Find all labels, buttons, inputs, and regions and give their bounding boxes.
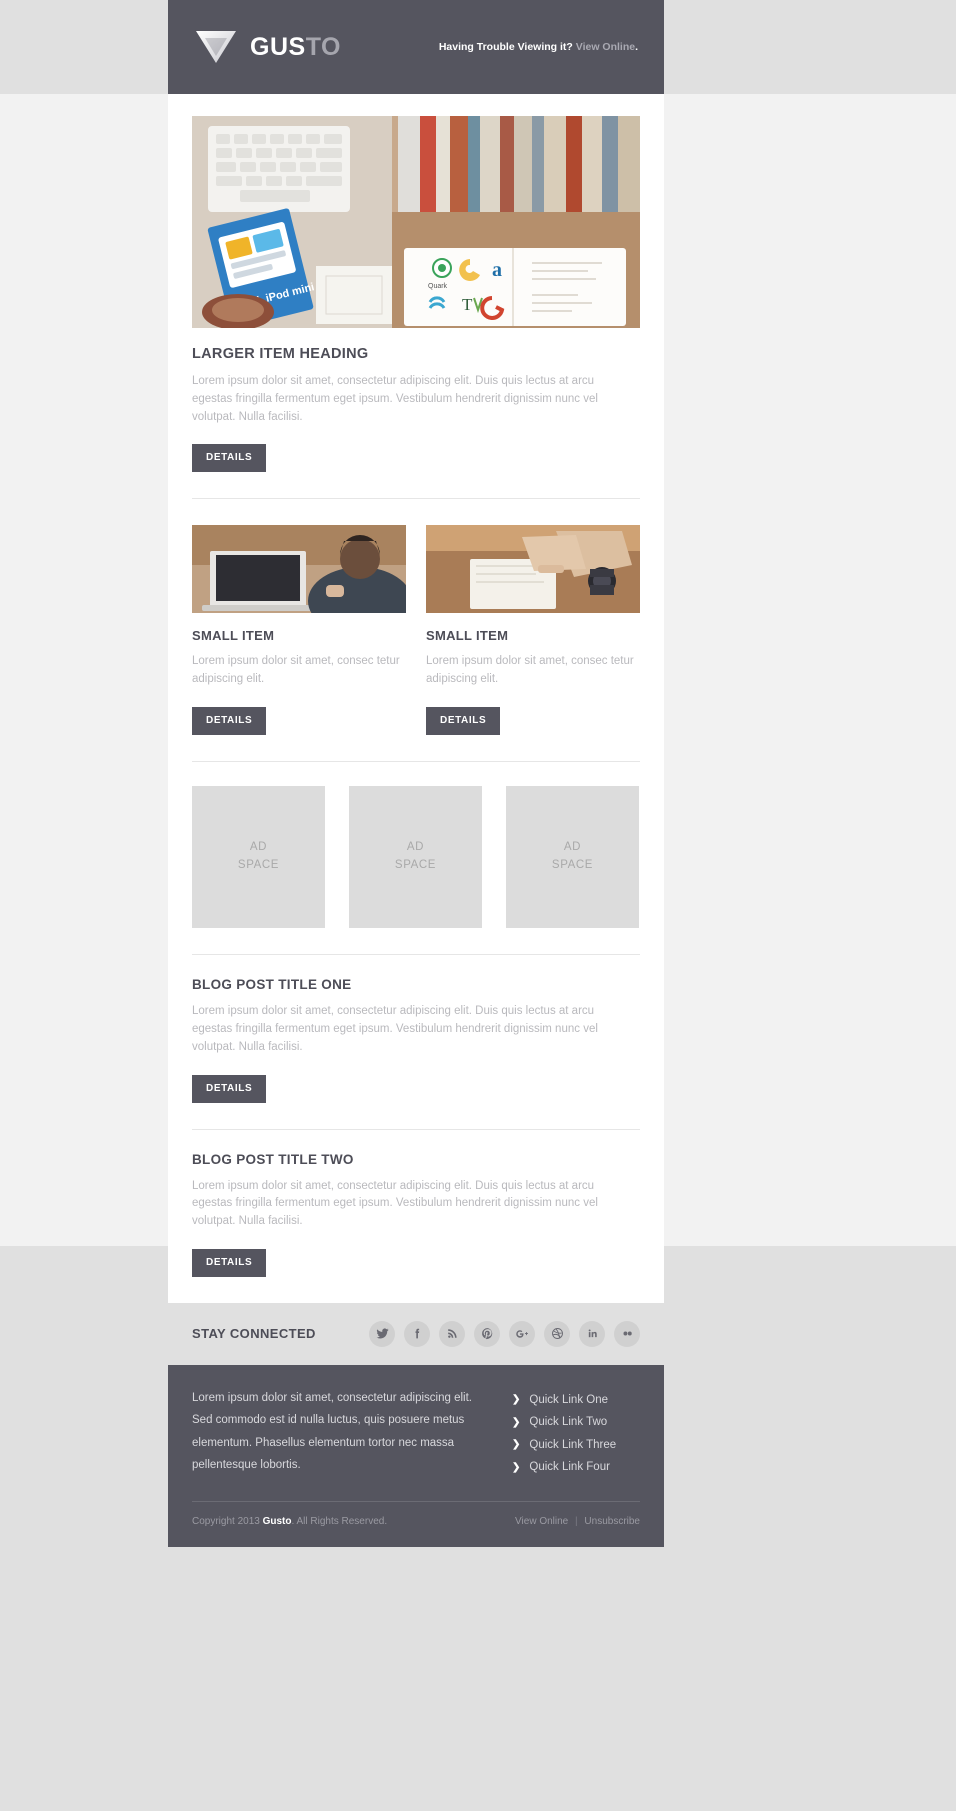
small-items-row: SMALL ITEM Lorem ipsum dolor sit amet, c…: [192, 525, 640, 736]
blog-post-2-body: Lorem ipsum dolor sit amet, consectetur …: [192, 1179, 598, 1228]
footer-unsubscribe-link[interactable]: Unsubscribe: [584, 1516, 640, 1527]
email-body: iPod. iPod mini Quark a T LARGER ITEM HE…: [168, 94, 664, 1277]
flickr-icon[interactable]: [614, 1320, 640, 1347]
social-icon-list: [369, 1320, 640, 1347]
small-item-1-heading: SMALL ITEM: [192, 628, 275, 644]
divider-after-feature: [192, 498, 640, 500]
small-item-2-image: [426, 525, 640, 614]
brand-name-primary: GUS: [250, 32, 306, 61]
pinterest-icon[interactable]: [474, 1320, 500, 1347]
quick-link-1-label: Quick Link One: [529, 1393, 609, 1406]
small-item-2-body: Lorem ipsum dolor sit amet, consec tetur…: [426, 655, 634, 686]
footer-about-text: Lorem ipsum dolor sit amet, consectetur …: [192, 1391, 472, 1472]
ad-space-2[interactable]: AD SPACE: [349, 786, 482, 929]
ad-space-row: AD SPACE AD SPACE AD SPACE: [192, 786, 640, 929]
blog-post-2-heading: BLOG POST TITLE TWO: [192, 1151, 354, 1167]
stay-connected-title: STAY CONNECTED: [192, 1326, 316, 1342]
ad-space-3-line1: AD: [563, 841, 582, 854]
footer-view-online-link[interactable]: View Online: [515, 1516, 568, 1527]
blog-post-1-body: Lorem ipsum dolor sit amet, consectetur …: [192, 1005, 598, 1053]
svg-text:Quark: Quark: [428, 283, 448, 290]
view-online-notice: Having Trouble Viewing it? View Online.: [439, 41, 638, 53]
blog-post-1: BLOG POST TITLE ONE Lorem ipsum dolor si…: [192, 977, 640, 1103]
quick-link-1[interactable]: ❯ Quick Link One: [512, 1389, 640, 1411]
chevron-right-icon: ❯: [512, 1461, 521, 1473]
svg-text:T: T: [462, 295, 473, 314]
ad-space-1-line1: AD: [249, 841, 268, 854]
feature-heading: LARGER ITEM HEADING: [192, 346, 369, 362]
blog-post-1-details-button[interactable]: DETAILS: [192, 1074, 267, 1103]
brand-name: GUSTO: [250, 33, 341, 62]
ad-space-1[interactable]: AD SPACE: [192, 786, 325, 929]
copyright-suffix: . All Rights Reserved.: [291, 1515, 388, 1527]
google-plus-icon[interactable]: [509, 1320, 535, 1347]
quick-link-3[interactable]: ❯ Quick Link Three: [512, 1434, 640, 1456]
footer-bottom-row: Copyright 2013 Gusto. All Rights Reserve…: [192, 1502, 640, 1547]
chevron-right-icon: ❯: [512, 1394, 521, 1406]
email-container: GUSTO Having Trouble Viewing it? View On…: [168, 0, 664, 1547]
brand-name-secondary: TO: [305, 32, 341, 61]
small-item-1-image: [192, 525, 406, 614]
footer-top-row: Lorem ipsum dolor sit amet, consectetur …: [192, 1387, 640, 1479]
ad-space-2-line2: SPACE: [394, 859, 437, 872]
chevron-right-icon: ❯: [512, 1416, 521, 1428]
small-item-1: SMALL ITEM Lorem ipsum dolor sit amet, c…: [192, 525, 406, 736]
copyright-text: Copyright 2013 Gusto. All Rights Reserve…: [192, 1516, 387, 1527]
email-footer: Lorem ipsum dolor sit amet, consectetur …: [168, 1364, 664, 1547]
svg-text:a: a: [492, 259, 502, 281]
ad-space-2-line1: AD: [406, 841, 425, 854]
quick-link-2[interactable]: ❯ Quick Link Two: [512, 1411, 640, 1433]
brand-lockup[interactable]: GUSTO: [194, 27, 341, 67]
footer-link-separator: |: [575, 1515, 578, 1527]
blog-post-2: BLOG POST TITLE TWO Lorem ipsum dolor si…: [192, 1152, 640, 1277]
copyright-prefix: Copyright 2013: [192, 1515, 260, 1527]
dribbble-icon[interactable]: [544, 1320, 570, 1347]
view-online-period: .: [635, 41, 638, 53]
footer-links: View Online | Unsubscribe: [515, 1516, 640, 1527]
divider-after-small-items: [192, 761, 640, 763]
copyright-brand: Gusto: [262, 1515, 292, 1527]
quick-link-2-label: Quick Link Two: [529, 1416, 608, 1429]
small-item-2: SMALL ITEM Lorem ipsum dolor sit amet, c…: [426, 525, 640, 736]
blog-post-2-details-button[interactable]: DETAILS: [192, 1248, 267, 1277]
view-online-link[interactable]: View Online: [576, 41, 635, 53]
quick-links-list: ❯ Quick Link One ❯ Quick Link Two ❯ Quic…: [512, 1387, 640, 1479]
feature-details-button[interactable]: DETAILS: [192, 444, 267, 473]
linkedin-icon[interactable]: [579, 1320, 605, 1347]
blog-post-1-heading: BLOG POST TITLE ONE: [192, 977, 352, 993]
divider-after-post-1: [192, 1128, 640, 1130]
hero-image: iPod. iPod mini Quark a T: [192, 116, 640, 328]
small-item-2-heading: SMALL ITEM: [426, 628, 509, 644]
chevron-right-icon: ❯: [512, 1439, 521, 1451]
feature-body: Lorem ipsum dolor sit amet, consectetur …: [192, 375, 598, 423]
quick-link-4-label: Quick Link Four: [529, 1461, 610, 1474]
small-item-2-details-button[interactable]: DETAILS: [426, 707, 501, 736]
trouble-viewing-text: Having Trouble Viewing it?: [438, 41, 573, 53]
triangle-logo-icon: [194, 27, 238, 67]
facebook-icon[interactable]: [404, 1320, 430, 1347]
small-item-1-body: Lorem ipsum dolor sit amet, consec tetur…: [192, 655, 400, 686]
ad-space-3-line2: SPACE: [551, 859, 594, 872]
small-item-1-details-button[interactable]: DETAILS: [192, 707, 267, 736]
divider-after-ads: [192, 954, 640, 956]
stay-connected-bar: STAY CONNECTED: [168, 1302, 664, 1365]
twitter-icon[interactable]: [369, 1320, 395, 1347]
quick-link-4[interactable]: ❯ Quick Link Four: [512, 1456, 640, 1478]
quick-link-3-label: Quick Link Three: [529, 1438, 617, 1451]
ad-space-3[interactable]: AD SPACE: [506, 786, 639, 929]
rss-icon[interactable]: [439, 1320, 465, 1347]
email-header: GUSTO Having Trouble Viewing it? View On…: [168, 0, 664, 94]
ad-space-1-line2: SPACE: [237, 859, 280, 872]
